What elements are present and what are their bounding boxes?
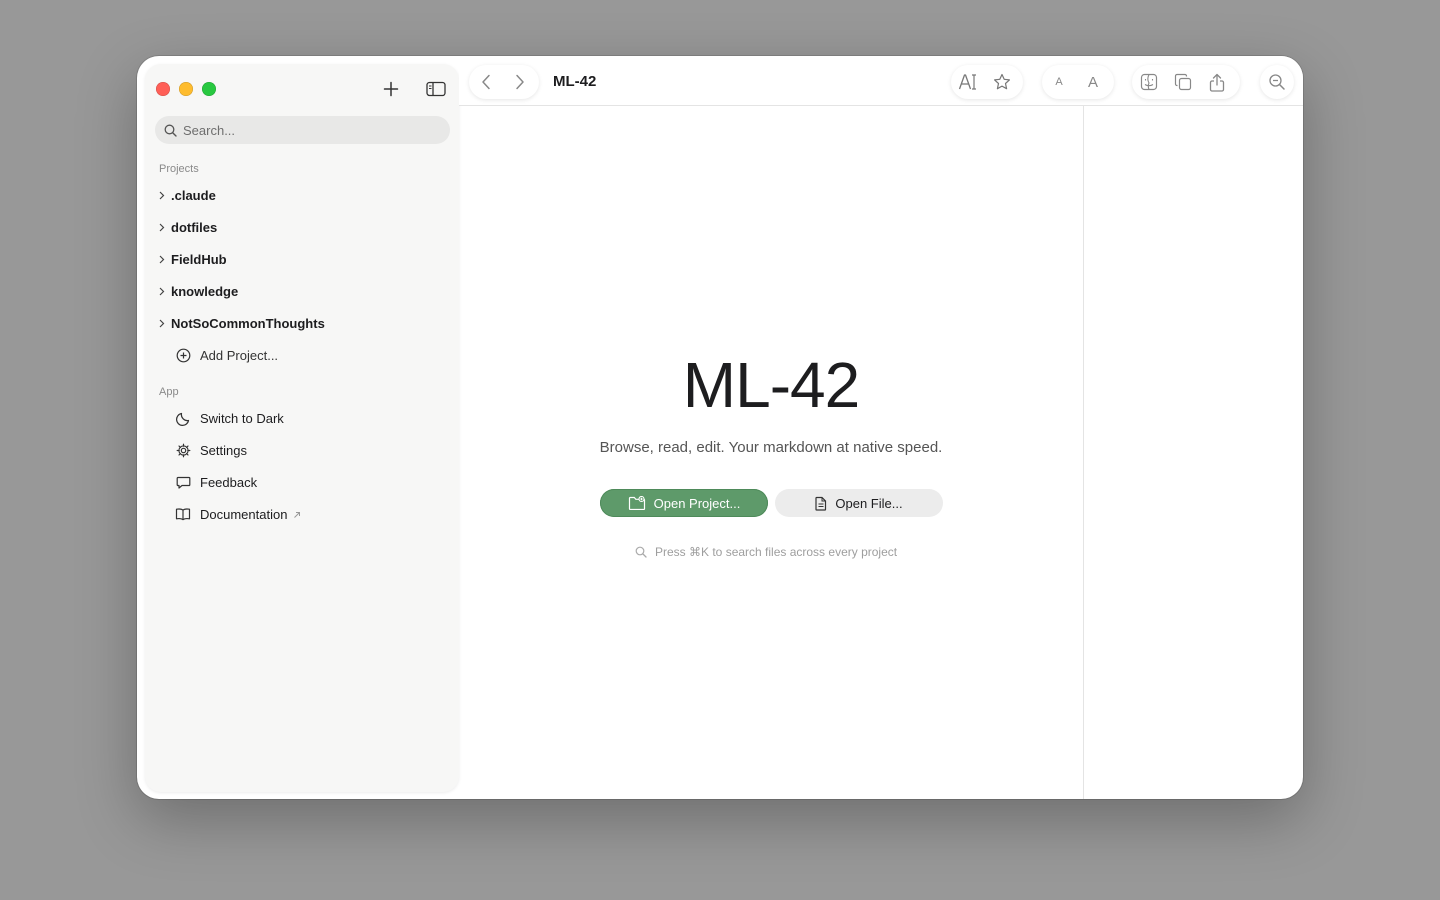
search-hint: Press ⌘K to search files across every pr… <box>635 545 897 559</box>
toolbar: ML-42 A A <box>459 56 1303 106</box>
toggle-sidebar-button[interactable] <box>424 77 448 101</box>
settings-button[interactable]: Settings <box>175 438 247 462</box>
chevron-right-icon <box>159 255 167 264</box>
settings-label: Settings <box>200 442 247 458</box>
font-larger-icon: A <box>1087 73 1098 91</box>
chevron-right-icon <box>159 223 167 232</box>
project-label: .claude <box>171 187 216 203</box>
window-controls <box>156 82 216 96</box>
project-item-dotfiles[interactable]: dotfiles <box>159 215 217 239</box>
document-title: ML-42 <box>553 73 597 90</box>
close-window-button[interactable] <box>156 82 170 96</box>
plus-icon <box>383 81 399 97</box>
gear-icon <box>175 442 191 458</box>
font-smaller-icon: A <box>1055 76 1063 88</box>
open-project-button[interactable]: Open Project... <box>600 489 768 517</box>
project-item-notsocommonthoughts[interactable]: NotSoCommonThoughts <box>159 311 325 335</box>
open-file-button[interactable]: Open File... <box>775 489 943 517</box>
add-project-button[interactable]: Add Project... <box>175 343 278 367</box>
moon-icon <box>175 410 191 426</box>
project-label: dotfiles <box>171 219 218 235</box>
zoom-icon <box>1269 74 1285 90</box>
project-label: FieldHub <box>171 251 227 267</box>
sidebar: Projects .claude dotfiles FieldHub knowl… <box>145 64 459 792</box>
documentation-label: Documentation <box>200 506 288 522</box>
search-icon <box>635 546 647 558</box>
open-file-label: Open File... <box>835 495 903 511</box>
file-actions-group <box>1132 65 1240 99</box>
search-field[interactable] <box>155 116 450 144</box>
feedback-button[interactable]: Feedback <box>175 470 257 494</box>
navigation-controls <box>469 65 539 99</box>
forward-button[interactable] <box>503 65 537 99</box>
reveal-in-finder-button[interactable] <box>1132 65 1166 99</box>
copy-icon <box>1174 73 1192 91</box>
project-item-knowledge[interactable]: knowledge <box>159 279 238 303</box>
star-icon <box>994 73 1010 90</box>
projects-section-label: Projects <box>159 163 199 175</box>
chevron-left-icon <box>482 74 490 90</box>
app-window: Projects .claude dotfiles FieldHub knowl… <box>137 56 1303 799</box>
text-size-icon <box>958 74 976 90</box>
search-document-group <box>1260 65 1294 99</box>
inspector-divider <box>1083 106 1084 799</box>
welcome-subtitle: Browse, read, edit. Your markdown at nat… <box>599 439 943 456</box>
chevron-right-icon <box>159 287 167 296</box>
search-hint-text: Press ⌘K to search files across every pr… <box>655 545 898 559</box>
finder-icon <box>1140 73 1158 91</box>
sidebar-icon <box>426 81 446 97</box>
feedback-label: Feedback <box>200 474 258 490</box>
font-size-group: A A <box>1042 65 1114 99</box>
documentation-link[interactable]: Documentation <box>175 502 301 526</box>
share-button[interactable] <box>1200 65 1234 99</box>
text-tools-group <box>951 65 1023 99</box>
project-label: NotSoCommonThoughts <box>171 315 325 331</box>
search-input[interactable] <box>183 122 433 138</box>
share-icon <box>1209 73 1225 92</box>
search-icon <box>164 124 177 137</box>
chevron-right-icon <box>159 191 167 200</box>
zoom-window-button[interactable] <box>202 82 216 96</box>
decrease-font-button[interactable]: A <box>1042 65 1076 99</box>
chevron-right-icon <box>516 74 524 90</box>
external-link-icon <box>293 507 301 522</box>
duplicate-button[interactable] <box>1166 65 1200 99</box>
switch-to-dark-label: Switch to Dark <box>200 410 284 426</box>
favorite-button[interactable] <box>985 65 1019 99</box>
increase-font-button[interactable]: A <box>1076 65 1110 99</box>
speech-bubble-icon <box>175 474 191 490</box>
back-button[interactable] <box>469 65 503 99</box>
plus-circle-icon <box>175 347 191 363</box>
chevron-right-icon <box>159 319 167 328</box>
add-project-label: Add Project... <box>200 347 279 363</box>
folder-plus-icon <box>628 496 645 510</box>
switch-to-dark-button[interactable]: Switch to Dark <box>175 406 284 430</box>
find-in-document-button[interactable] <box>1260 65 1294 99</box>
project-item-fieldhub[interactable]: FieldHub <box>159 247 227 271</box>
book-icon <box>175 506 191 522</box>
app-section-label: App <box>159 386 179 398</box>
open-project-label: Open Project... <box>653 495 741 511</box>
new-button[interactable] <box>379 77 403 101</box>
welcome-title: ML-42 <box>682 349 860 421</box>
text-size-button[interactable] <box>951 65 985 99</box>
project-label: knowledge <box>171 283 239 299</box>
minimize-window-button[interactable] <box>179 82 193 96</box>
document-icon <box>815 496 827 511</box>
project-item-claude[interactable]: .claude <box>159 183 216 207</box>
